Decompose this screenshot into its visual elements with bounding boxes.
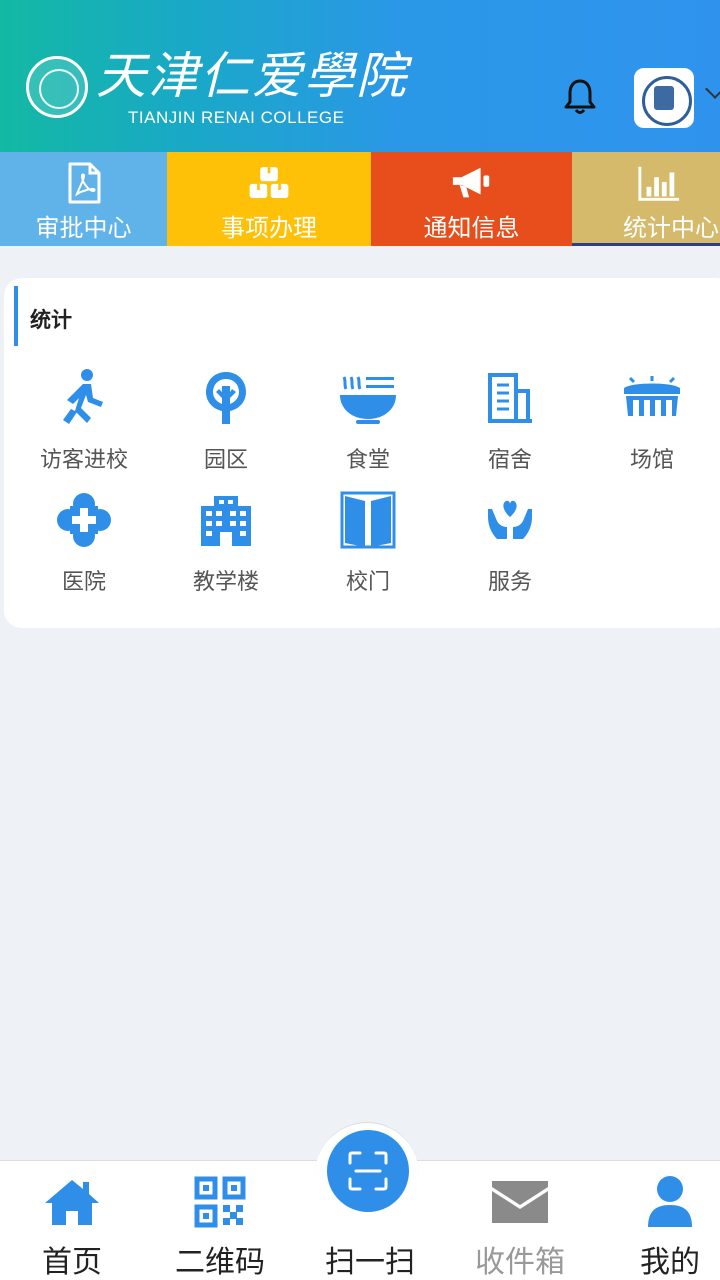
stat-item-park[interactable]: 园区 (156, 366, 296, 474)
boxes-icon (247, 162, 291, 204)
tree-icon (194, 366, 258, 430)
bar-chart-icon (637, 162, 681, 204)
heart-hands-icon (478, 488, 542, 552)
tab-label: 统计中心 (623, 214, 719, 242)
scan-icon (348, 1151, 388, 1191)
pdf-document-icon (62, 162, 106, 204)
stat-item-school-gate[interactable]: 校门 (298, 488, 438, 596)
statistics-card: 统计 访客进校 园区 食堂 宿舍 场馆 医院 教学楼 校门 服务 (4, 278, 720, 628)
stat-item-label: 教学楼 (192, 570, 259, 595)
nav-home[interactable]: 首页 (0, 1161, 144, 1280)
nav-qr-code[interactable]: 二维码 (148, 1161, 292, 1280)
building-icon (478, 366, 542, 430)
college-emblem-icon (26, 56, 88, 118)
home-icon (41, 1175, 103, 1229)
nav-mine[interactable]: 我的 (598, 1161, 720, 1280)
stat-item-label: 园区 (203, 448, 248, 473)
walking-person-icon (52, 366, 116, 430)
stat-item-service[interactable]: 服务 (440, 488, 580, 596)
person-icon (639, 1175, 701, 1229)
stat-item-label: 服务 (487, 570, 532, 595)
qr-code-icon (189, 1175, 251, 1229)
envelope-icon (489, 1175, 551, 1229)
tab-label: 事项办理 (221, 214, 317, 242)
stat-item-label: 访客进校 (39, 448, 128, 473)
medical-cross-icon (52, 488, 116, 552)
category-tabs: 审批中心 事项办理 通知信息 统计中心 (0, 152, 720, 246)
section-accent-bar (14, 286, 18, 346)
stat-item-label: 宿舍 (487, 448, 532, 473)
college-name-cn: 天津仁爱學院 (96, 47, 408, 105)
tab-approval-center[interactable]: 审批中心 (0, 152, 167, 246)
tab-label: 审批中心 (35, 214, 132, 242)
gate-icon (336, 488, 400, 552)
section-title: 统计 (30, 308, 72, 332)
stat-item-label: 医院 (61, 570, 106, 595)
stat-item-hospital[interactable]: 医院 (14, 488, 154, 596)
tab-statistics-center[interactable]: 统计中心 (572, 152, 720, 246)
stat-item-venue[interactable]: 场馆 (582, 366, 720, 474)
megaphone-icon (450, 162, 494, 204)
nav-label: 二维码 (175, 1245, 265, 1280)
noodle-bowl-icon (336, 366, 400, 430)
nav-label: 扫一扫 (325, 1245, 415, 1280)
stat-item-visitors[interactable]: 访客进校 (14, 366, 154, 474)
stat-item-dormitory[interactable]: 宿舍 (440, 366, 580, 474)
bell-icon[interactable] (562, 78, 598, 116)
nav-label: 首页 (42, 1245, 102, 1280)
app-header: 天津仁爱學院 TIANJIN RENAI COLLEGE (0, 0, 720, 152)
tab-notifications[interactable]: 通知信息 (371, 152, 572, 246)
stat-item-label: 食堂 (345, 448, 390, 473)
stat-item-label: 场馆 (629, 448, 674, 473)
tab-matters-handling[interactable]: 事项办理 (167, 152, 371, 246)
school-building-icon (194, 488, 258, 552)
nav-label: 收件箱 (475, 1245, 565, 1280)
tab-label: 通知信息 (423, 214, 520, 242)
stadium-icon (620, 366, 684, 430)
scan-button[interactable] (327, 1130, 409, 1212)
user-avatar[interactable] (634, 68, 694, 128)
nav-inbox[interactable]: 收件箱 (448, 1161, 592, 1280)
stat-item-teaching-building[interactable]: 教学楼 (156, 488, 296, 596)
college-name-en: TIANJIN RENAI COLLEGE (128, 108, 345, 127)
nav-label: 我的 (640, 1245, 700, 1280)
stat-item-canteen[interactable]: 食堂 (298, 366, 438, 474)
stat-item-label: 校门 (345, 570, 390, 595)
chevron-down-icon[interactable] (705, 79, 720, 99)
